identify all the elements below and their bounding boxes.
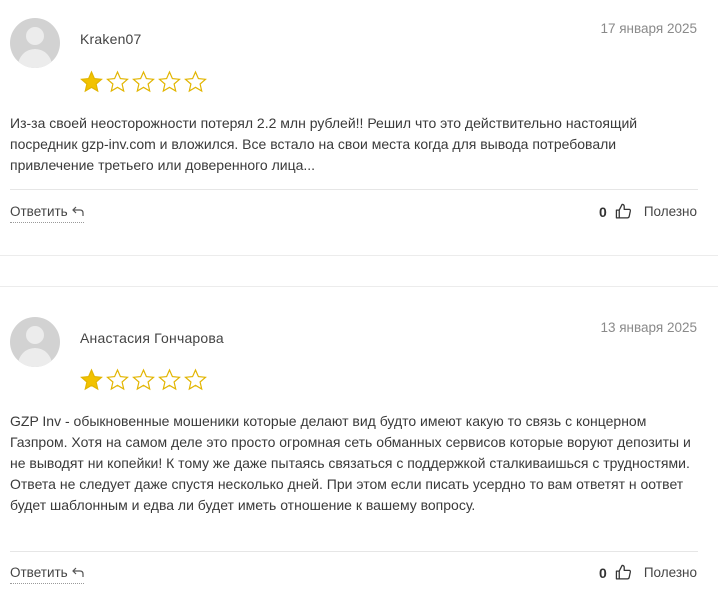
star-empty-icon	[158, 368, 181, 391]
thumbs-up-icon[interactable]	[615, 564, 632, 581]
divider	[10, 551, 698, 552]
likes-block: 0 Полезно	[599, 564, 697, 581]
avatar	[10, 317, 60, 367]
reply-arrow-icon	[71, 206, 84, 216]
thumbs-up-icon[interactable]	[615, 203, 632, 220]
useful-label: Полезно	[643, 204, 697, 219]
star-empty-icon	[158, 70, 181, 93]
user-placeholder-icon	[26, 326, 44, 344]
likes-count: 0	[599, 564, 607, 581]
star-empty-icon	[132, 368, 155, 391]
likes-count: 0	[599, 203, 607, 220]
section-divider	[0, 286, 718, 287]
rating-stars	[79, 368, 208, 392]
review-date: 17 января 2025	[600, 21, 697, 36]
star-empty-icon	[184, 70, 207, 93]
reply-button[interactable]: Ответить	[10, 204, 84, 223]
reply-label: Ответить	[10, 565, 68, 580]
avatar	[10, 18, 60, 68]
reply-arrow-icon	[71, 567, 84, 577]
review-author: Kraken07	[80, 31, 142, 47]
star-empty-icon	[106, 70, 129, 93]
star-empty-icon	[106, 368, 129, 391]
likes-block: 0 Полезно	[599, 203, 697, 220]
star-filled-icon	[80, 368, 103, 391]
star-empty-icon	[132, 70, 155, 93]
user-placeholder-icon	[26, 27, 44, 45]
useful-label: Полезно	[643, 565, 697, 580]
divider	[10, 189, 698, 190]
reply-button[interactable]: Ответить	[10, 565, 84, 584]
review-date: 13 января 2025	[600, 320, 697, 335]
reply-label: Ответить	[10, 204, 68, 219]
star-filled-icon	[80, 70, 103, 93]
section-divider	[0, 255, 718, 256]
star-empty-icon	[184, 368, 207, 391]
review-text: GZP Inv - обыкновенные мошеники которые …	[10, 413, 691, 513]
rating-stars	[79, 70, 208, 94]
review-author: Анастасия Гончарова	[80, 330, 224, 346]
review-text: Из-за своей неосторожности потерял 2.2 м…	[10, 115, 638, 173]
